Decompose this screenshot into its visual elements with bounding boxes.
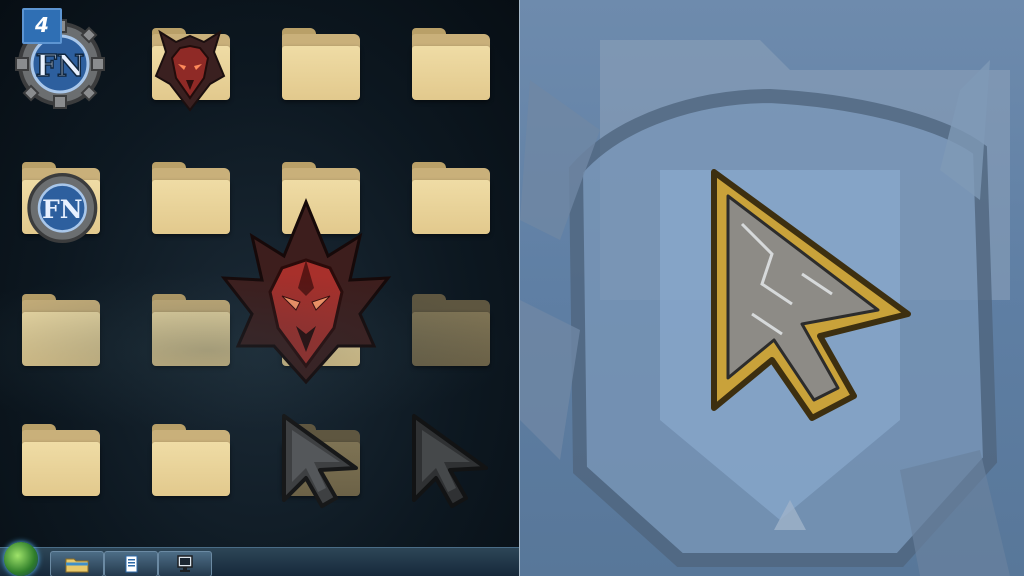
folder-icon <box>412 28 490 100</box>
folder-icon <box>152 424 230 496</box>
taskbar-computer-button[interactable] <box>158 551 212 576</box>
folder-icon <box>22 424 100 496</box>
demon-emblem-icon[interactable] <box>218 196 394 386</box>
fn-emblem-icon: FN <box>27 173 98 243</box>
folder-shortcut[interactable] <box>408 152 492 236</box>
folder-shortcut[interactable] <box>18 284 102 368</box>
cursor-folder-shortcut[interactable] <box>278 414 362 508</box>
folder-shortcut[interactable] <box>278 18 362 102</box>
svg-text:FN: FN <box>36 49 85 84</box>
fn-emblem-shortcut[interactable]: FN 4 <box>15 8 105 109</box>
cursor-shortcut[interactable] <box>408 414 492 508</box>
document-taskbar-icon <box>125 555 138 573</box>
folder-icon <box>412 294 490 366</box>
start-orb-icon[interactable] <box>4 542 38 576</box>
folder-icon <box>282 28 360 100</box>
fn-folder-shortcut[interactable]: FN <box>18 152 102 243</box>
demon-folder-shortcut[interactable] <box>148 18 232 112</box>
svg-text:FN: FN <box>42 195 83 224</box>
cursor-arrow-icon <box>282 414 358 508</box>
taskbar-document-button[interactable] <box>104 551 158 576</box>
folder-shortcut[interactable] <box>408 284 492 368</box>
folder-shortcut[interactable] <box>148 414 232 498</box>
cursor-arrow-icon <box>711 169 911 421</box>
taskbar-folder-button[interactable] <box>50 551 104 576</box>
folder-taskbar-icon <box>65 558 89 573</box>
folder-icon <box>412 162 490 234</box>
folder-shortcut[interactable] <box>18 414 102 498</box>
desktop: FN 4 FN <box>0 0 520 576</box>
computer-taskbar-icon <box>177 555 193 572</box>
folder-icon <box>22 294 100 366</box>
folder-shortcut[interactable] <box>408 18 492 102</box>
notification-badge: 4 <box>22 8 62 44</box>
taskbar <box>0 542 520 576</box>
zoom-preview-panel <box>520 0 1024 576</box>
cursor-arrow-icon <box>412 414 488 508</box>
demon-emblem-icon <box>154 29 226 112</box>
